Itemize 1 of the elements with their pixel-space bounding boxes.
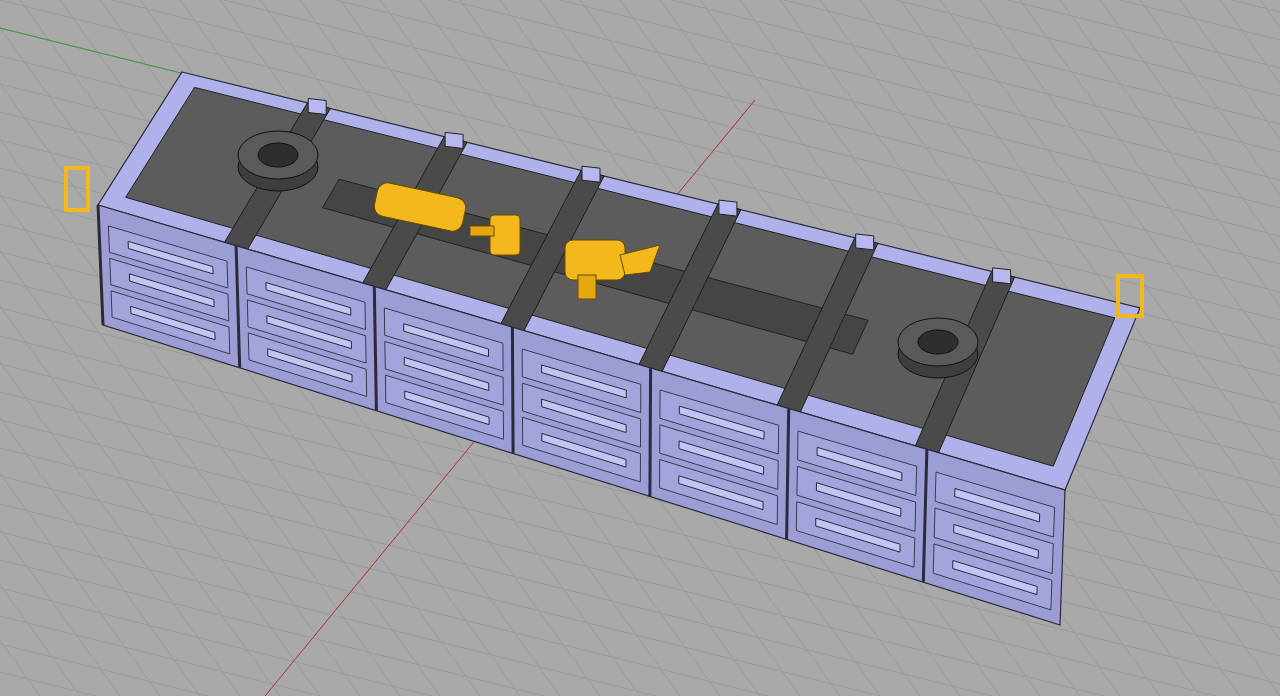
perspective-viewport[interactable] [0,0,1280,696]
